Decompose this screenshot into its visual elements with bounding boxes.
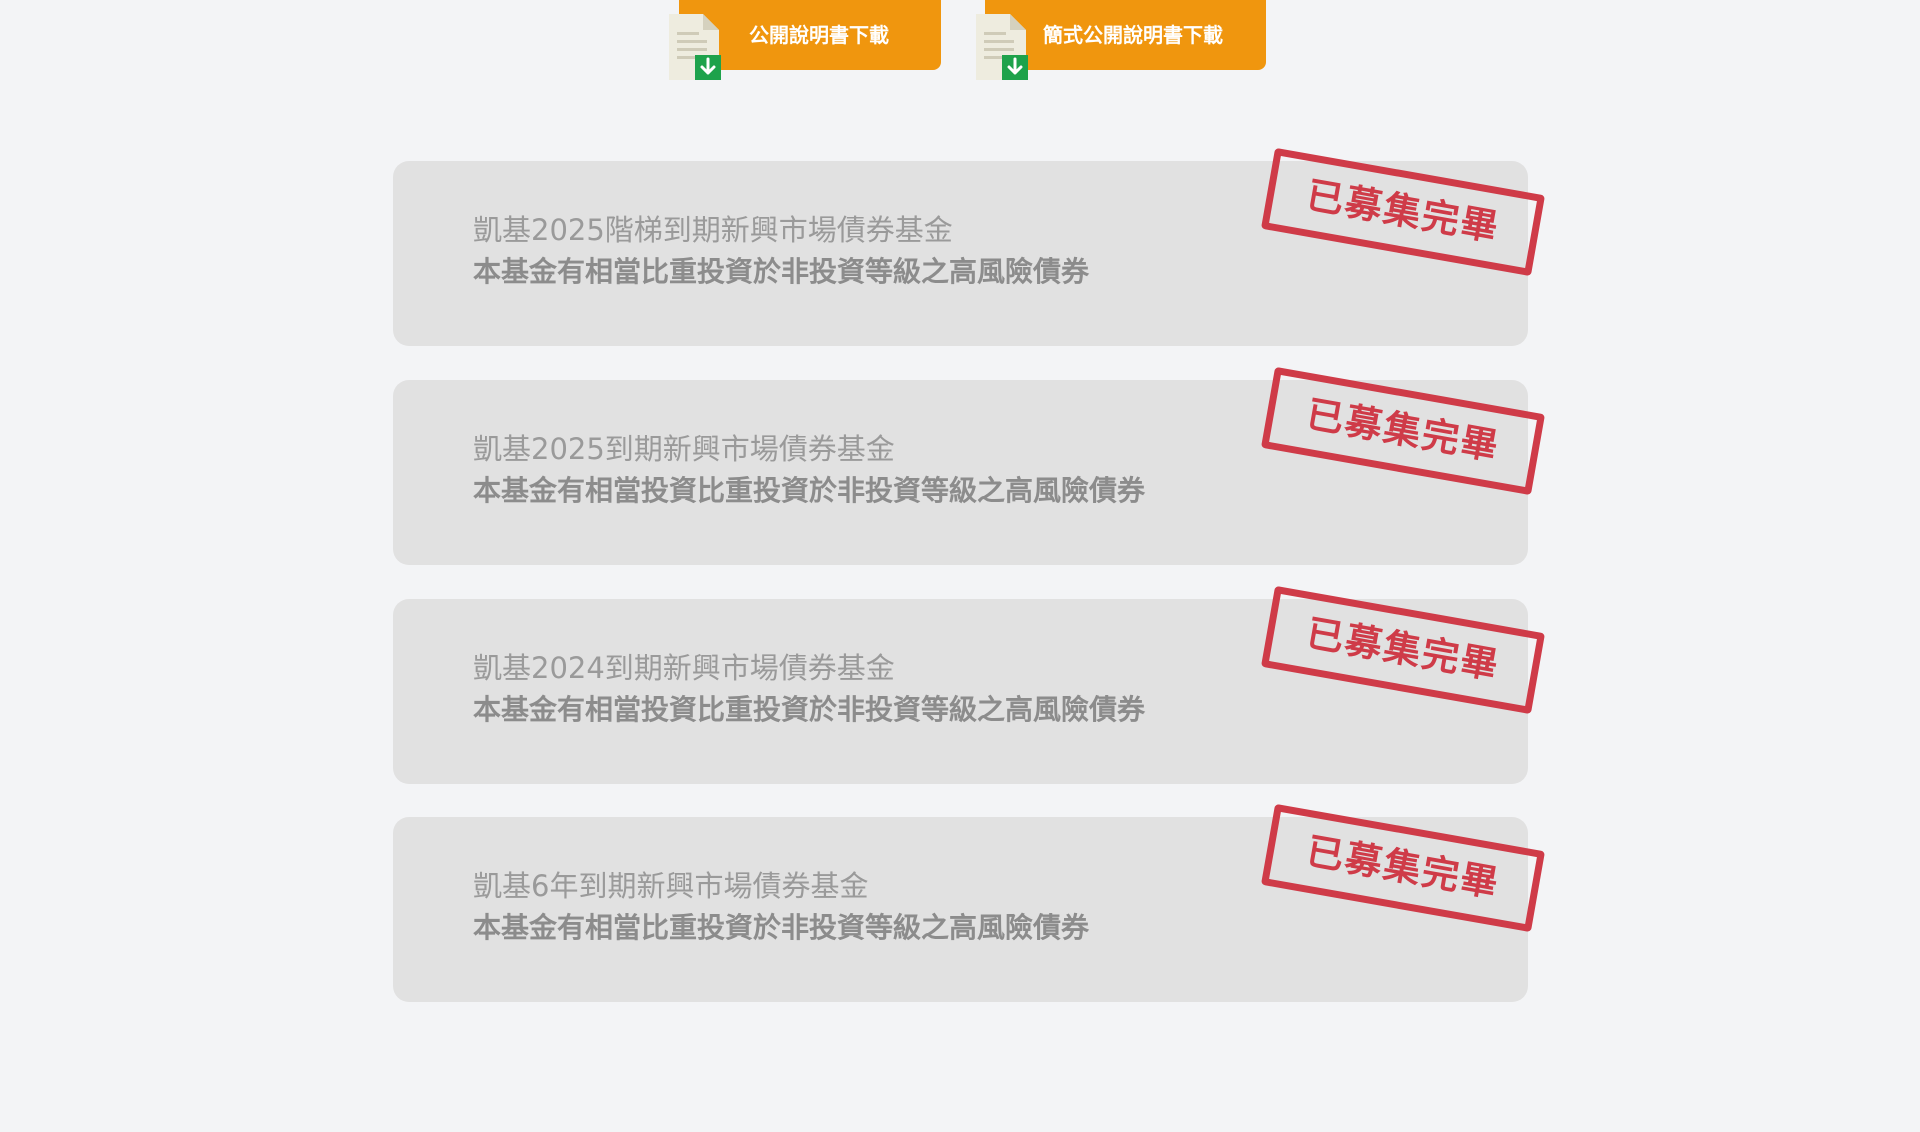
simplified-prospectus-download-label: 簡式公開說明書下載 [1043, 23, 1223, 47]
document-download-icon[interactable] [976, 14, 1028, 80]
fund-risk-warning: 本基金有相當比重投資於非投資等級之高風險債券 [473, 911, 1090, 944]
fund-risk-warning: 本基金有相當比重投資於非投資等級之高風險債券 [473, 255, 1090, 288]
fund-risk-warning: 本基金有相當投資比重投資於非投資等級之高風險債券 [473, 693, 1146, 726]
document-download-icon[interactable] [669, 14, 721, 80]
prospectus-download-label: 公開說明書下載 [749, 23, 889, 47]
fund-risk-warning: 本基金有相當投資比重投資於非投資等級之高風險債券 [473, 474, 1146, 507]
